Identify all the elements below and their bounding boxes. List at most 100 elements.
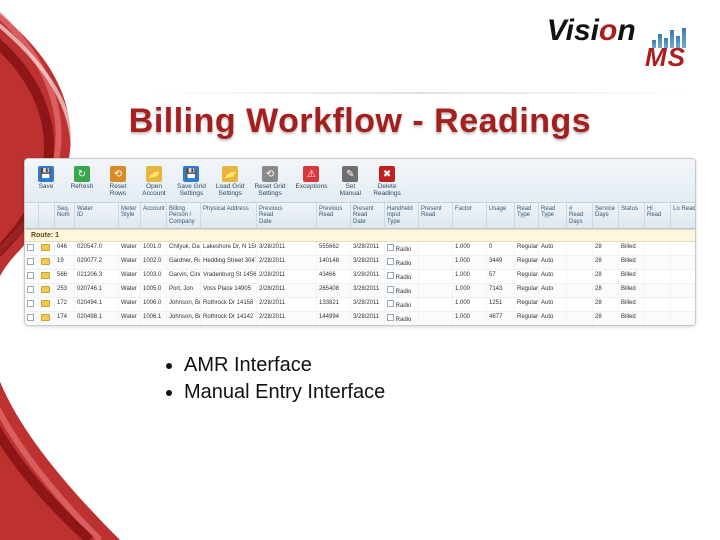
column-header[interactable]: Present Read Date: [351, 203, 385, 228]
row-checkbox[interactable]: [27, 272, 34, 279]
resetgrid-icon: ⟲: [262, 166, 278, 182]
logo-n: n: [617, 14, 635, 47]
cell-hi: [645, 284, 671, 297]
handheld-checkbox[interactable]: [387, 272, 394, 279]
column-header[interactable]: Seq. Num: [55, 203, 75, 228]
row-checkbox[interactable]: [27, 314, 34, 321]
toolbar-resetgrid-button[interactable]: ⟲Reset Grid Settings: [250, 163, 289, 200]
cell-blank: [25, 270, 39, 283]
cell-rtype1: Regular: [515, 298, 539, 311]
cell-water: 020077.2: [75, 256, 119, 269]
column-header[interactable]: Usage: [487, 203, 515, 228]
table-row[interactable]: 046020547.0Water1001.0Chilyuk, Dan & Ana…: [25, 242, 695, 256]
cell-person: Gardner, Roger & Sue: [167, 256, 201, 269]
cell-prevdate: 3/28/2011: [257, 242, 317, 255]
delete-readings-icon: ✖: [379, 166, 395, 182]
column-header[interactable]: Hi Read: [645, 203, 671, 228]
exceptions-icon: ⚠: [303, 166, 319, 182]
cell-status: Billed: [619, 242, 645, 255]
grid-rows: 046020547.0Water1001.0Chilyuk, Dan & Ana…: [25, 242, 695, 326]
cell-style: Water: [119, 284, 141, 297]
cell-presdate: 3/28/2011: [351, 298, 385, 311]
row-checkbox[interactable]: [27, 300, 34, 307]
set-manual-icon: ✎: [342, 166, 358, 182]
column-header[interactable]: Handheld Input Type: [385, 203, 419, 228]
column-header[interactable]: Read Type: [539, 203, 567, 228]
cell-prev: 265408: [317, 284, 351, 297]
table-row[interactable]: 174020498.1Water1006.1Johnson, BradyRoth…: [25, 312, 695, 326]
cell-prevdate: 2/28/2011: [257, 284, 317, 297]
save-icon: 💾: [38, 166, 54, 182]
cell-person: Johnson, Brady: [167, 298, 201, 311]
cell-lo: [671, 270, 696, 283]
toolbar-reset-rows-button[interactable]: ⟲Reset Rows: [101, 163, 135, 200]
table-row[interactable]: 253020746.1Water1005.0Port, JonVoss Plac…: [25, 284, 695, 298]
cell-rtype1: Regular: [515, 242, 539, 255]
handheld-checkbox[interactable]: [387, 300, 394, 307]
column-header[interactable]: [39, 203, 55, 228]
toolbar-savegrid-button[interactable]: 💾Save Grid Settings: [173, 163, 210, 200]
column-header[interactable]: Previous Read: [317, 203, 351, 228]
cell-addr: Rothrock Dr 14158: [201, 298, 257, 311]
toolbar-delete-readings-button[interactable]: ✖Delete Readings: [369, 163, 404, 200]
column-header[interactable]: Meter Style: [119, 203, 141, 228]
cell-person: Garvin, Cindy: [167, 270, 201, 283]
handheld-checkbox[interactable]: [387, 286, 394, 293]
column-header[interactable]: Account: [141, 203, 167, 228]
table-row[interactable]: 19020077.2Water1002.0Gardner, Roger & Su…: [25, 256, 695, 270]
column-header[interactable]: [25, 203, 39, 228]
column-header[interactable]: Read Type: [515, 203, 539, 228]
slide-title: Billing Workflow - Readings: [0, 102, 720, 141]
toolbar: 💾 Save ↻Refresh⟲Reset Rows📂Open Account💾Sa…: [25, 159, 695, 203]
cell-usage: 0: [487, 242, 515, 255]
toolbar-loadgrid-button[interactable]: 📂Load Grid Settings: [212, 163, 249, 200]
column-header[interactable]: Billing Person / Company: [167, 203, 201, 228]
cell-water: 020498.1: [75, 312, 119, 325]
cell-prevdate: 2/28/2011: [257, 298, 317, 311]
cell-presdate: 3/28/2011: [351, 256, 385, 269]
cell-rtype1: Regular: [515, 312, 539, 325]
cell-acct: 1001.0: [141, 242, 167, 255]
table-row[interactable]: 566021206.3Water1003.0Garvin, CindyVrade…: [25, 270, 695, 284]
toolbar-button-label: Save: [39, 184, 54, 191]
row-checkbox[interactable]: [27, 244, 34, 251]
cell-addr: Voss Place 14905: [201, 284, 257, 297]
column-header[interactable]: Service Days: [593, 203, 619, 228]
cell-blank: [25, 298, 39, 311]
column-header[interactable]: Factor: [453, 203, 487, 228]
cell-svc: 28: [593, 270, 619, 283]
cell-blank: [39, 284, 55, 297]
column-header[interactable]: Lo Read: [671, 203, 696, 228]
column-header[interactable]: Physical Address: [201, 203, 257, 228]
refresh-icon: ↻: [74, 166, 90, 182]
folder-icon: [41, 258, 50, 265]
column-header[interactable]: # Read Days: [567, 203, 593, 228]
cell-water: 020494.1: [75, 298, 119, 311]
toolbar-set-manual-button[interactable]: ✎Set Manual: [333, 163, 367, 200]
cell-usage: 3449: [487, 256, 515, 269]
toolbar-exceptions-button[interactable]: ⚠Exceptions: [292, 163, 332, 200]
table-row[interactable]: 172020494.1Water1006.0Johnson, BradyRoth…: [25, 298, 695, 312]
cell-rtype2: Auto: [539, 242, 567, 255]
column-header[interactable]: Status: [619, 203, 645, 228]
column-header[interactable]: Previous Read Date: [257, 203, 317, 228]
toolbar-refresh-button[interactable]: ↻Refresh: [65, 163, 99, 200]
toolbar-save-button[interactable]: 💾 Save: [29, 163, 63, 200]
handheld-checkbox[interactable]: [387, 314, 394, 321]
column-header[interactable]: Water ID: [75, 203, 119, 228]
row-checkbox[interactable]: [27, 286, 34, 293]
readings-grid-screenshot: 💾 Save ↻Refresh⟲Reset Rows📂Open Account💾Sa…: [24, 158, 696, 326]
cell-usage: 4877: [487, 312, 515, 325]
row-checkbox[interactable]: [27, 258, 34, 265]
cell-blank: [39, 312, 55, 325]
cell-presdate: 3/28/2011: [351, 284, 385, 297]
cell-hh: Radio: [385, 270, 419, 283]
grid-headers: Seq. NumWater IDMeter StyleAccountBillin…: [25, 203, 695, 229]
handheld-checkbox[interactable]: [387, 258, 394, 265]
cell-person: Chilyuk, Dan & Ana: [167, 242, 201, 255]
toolbar-open-account-button[interactable]: 📂Open Account: [137, 163, 171, 200]
cell-prevdate: 2/28/2011: [257, 256, 317, 269]
column-header[interactable]: Present Read: [419, 203, 453, 228]
cell-rtype2: Auto: [539, 284, 567, 297]
handheld-checkbox[interactable]: [387, 244, 394, 251]
